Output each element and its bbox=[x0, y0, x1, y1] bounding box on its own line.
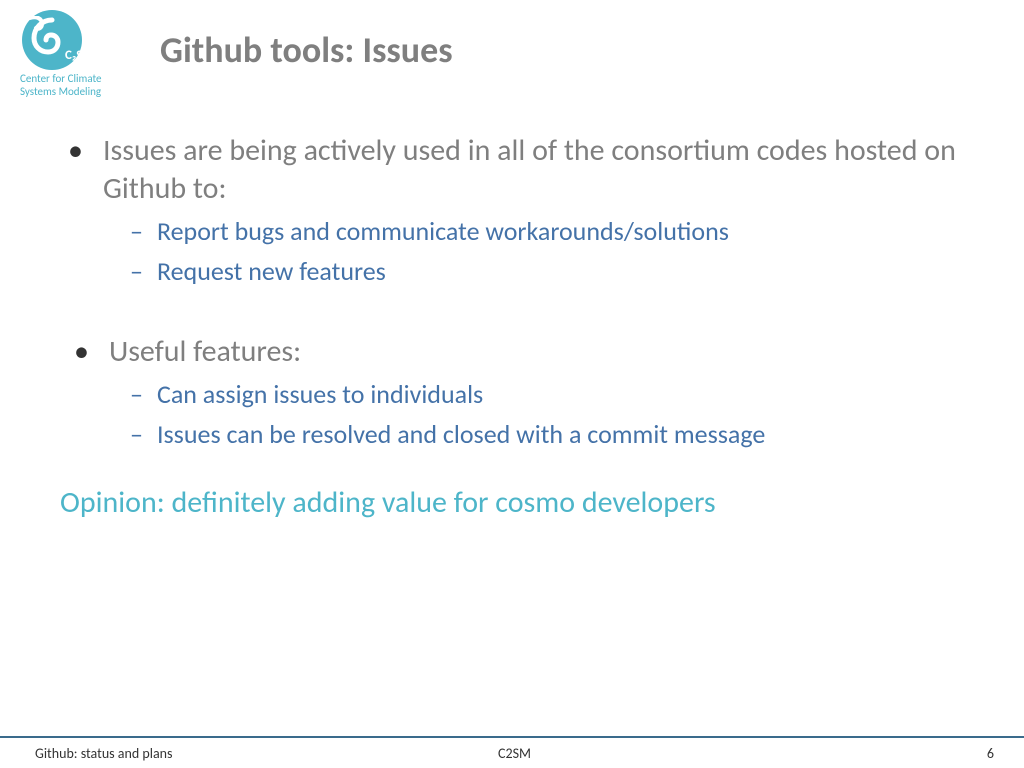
bullet-text: Issues are being actively used in all of… bbox=[103, 132, 964, 207]
dash-marker: – bbox=[130, 215, 143, 249]
footer-left: Github: status and plans bbox=[35, 745, 355, 762]
slide-header: C₂SM Center for Climate Systems Modeling… bbox=[0, 0, 1024, 98]
logo-subtitle: Center for Climate Systems Modeling bbox=[20, 72, 140, 98]
sub-bullet-text: Report bugs and communicate workarounds/… bbox=[157, 215, 729, 249]
footer-center: C2SM bbox=[355, 745, 675, 762]
logo-icon: C₂SM bbox=[10, 10, 88, 70]
sub-bullet-item: – Report bugs and communicate workaround… bbox=[130, 215, 964, 249]
dash-marker: – bbox=[130, 255, 143, 289]
logo-acronym: C₂SM bbox=[65, 48, 94, 63]
dash-marker: – bbox=[130, 378, 143, 412]
sub-bullet-item: – Request new features bbox=[130, 255, 964, 289]
bullet-item: • Issues are being actively used in all … bbox=[60, 132, 964, 207]
dash-marker: – bbox=[130, 418, 143, 452]
bullet-text: Useful features: bbox=[109, 333, 301, 371]
bullet-marker: • bbox=[74, 333, 89, 371]
logo: C₂SM Center for Climate Systems Modeling bbox=[10, 10, 140, 98]
footer-page-number: 6 bbox=[674, 745, 994, 762]
sub-bullet-item: – Issues can be resolved and closed with… bbox=[130, 418, 964, 452]
opinion-text: Opinion: definitely adding value for cos… bbox=[60, 484, 964, 521]
slide-footer: Github: status and plans C2SM 6 bbox=[0, 736, 1024, 768]
bullet-item: • Useful features: bbox=[60, 333, 964, 371]
sub-bullet-text: Issues can be resolved and closed with a… bbox=[157, 418, 765, 452]
sub-bullet-item: – Can assign issues to individuals bbox=[130, 378, 964, 412]
sub-bullet-text: Request new features bbox=[157, 255, 386, 289]
slide-content: • Issues are being actively used in all … bbox=[0, 98, 1024, 521]
sub-bullet-text: Can assign issues to individuals bbox=[157, 378, 483, 412]
bullet-marker: • bbox=[68, 132, 83, 170]
slide-title: Github tools: Issues bbox=[160, 28, 453, 72]
